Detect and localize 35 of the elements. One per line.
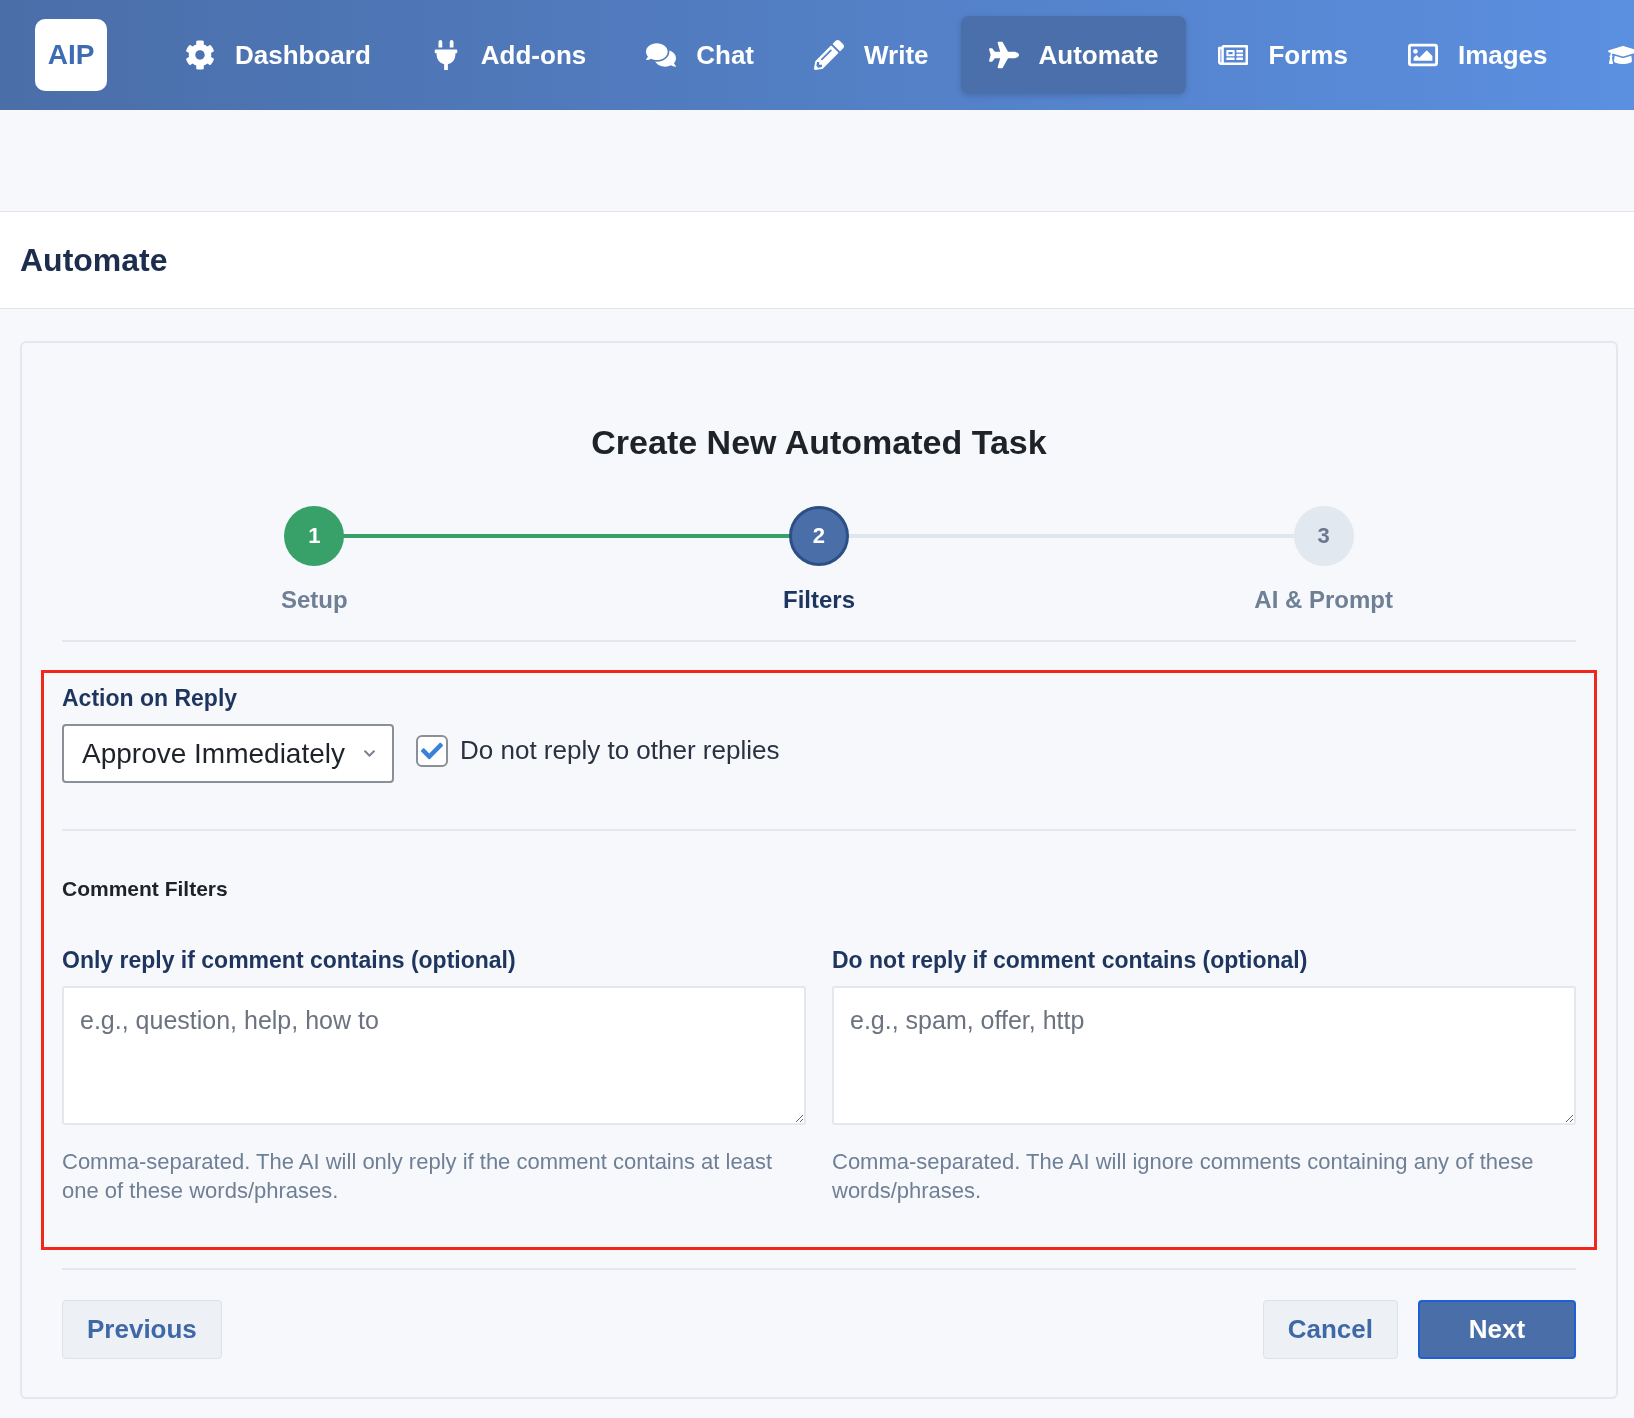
checkbox-label: Do not reply to other replies [460, 735, 780, 766]
action-select[interactable]: Approve Immediately [62, 724, 394, 783]
keywords-field[interactable]: e.g., question, help, how to [62, 986, 806, 1125]
step-circle: 1 [284, 506, 345, 566]
step-label: AI & Prompt [1254, 586, 1393, 614]
section-heading: Comment Filters [62, 877, 229, 901]
airplane-icon [988, 40, 1019, 70]
checkbox[interactable] [416, 734, 448, 767]
nav-item[interactable]: Forms [1190, 16, 1376, 94]
nav-item[interactable]: Automate [960, 16, 1187, 94]
chevron-icon [363, 747, 376, 760]
chat-bubbles-icon [646, 40, 677, 70]
wizard-title: Create New Automated Task [590, 423, 1048, 462]
nav-item[interactable]: Chat [618, 16, 782, 94]
step-label: Filters [782, 586, 855, 614]
field-label: Only reply if comment contains (optional) [62, 947, 517, 974]
nav-item[interactable]: Write [786, 16, 957, 94]
nav-item[interactable]: Add-ons [402, 16, 615, 94]
step-label: Setup [281, 586, 348, 614]
pencil-icon [814, 40, 844, 70]
nav-item[interactable]: Images [1379, 16, 1576, 94]
help-text: Comma-separated. The AI will ignore comments containing any of these words/phrases. [832, 1148, 1535, 1205]
app-logo[interactable]: AIP [35, 19, 107, 91]
field-label: Do not reply if comment contains (optional) [832, 947, 1309, 974]
primary-button[interactable]: Next [1418, 1300, 1576, 1359]
step-circle: 3 [1293, 506, 1354, 566]
secondary-button[interactable]: Cancel [1262, 1300, 1398, 1359]
field-label: Action on Reply [62, 685, 239, 712]
settings-icon [185, 40, 215, 70]
page-title: Automate [20, 241, 168, 279]
step-circle: 2 [789, 506, 849, 566]
keywords-field[interactable]: e.g., spam, offer, http [832, 986, 1576, 1125]
secondary-button[interactable]: Previous [62, 1300, 222, 1359]
help-text: Comma-separated. The AI will only reply if the comment contains at least one of these words/phrases. [62, 1148, 774, 1205]
nav-item[interactable]: Dashboard [157, 16, 399, 94]
